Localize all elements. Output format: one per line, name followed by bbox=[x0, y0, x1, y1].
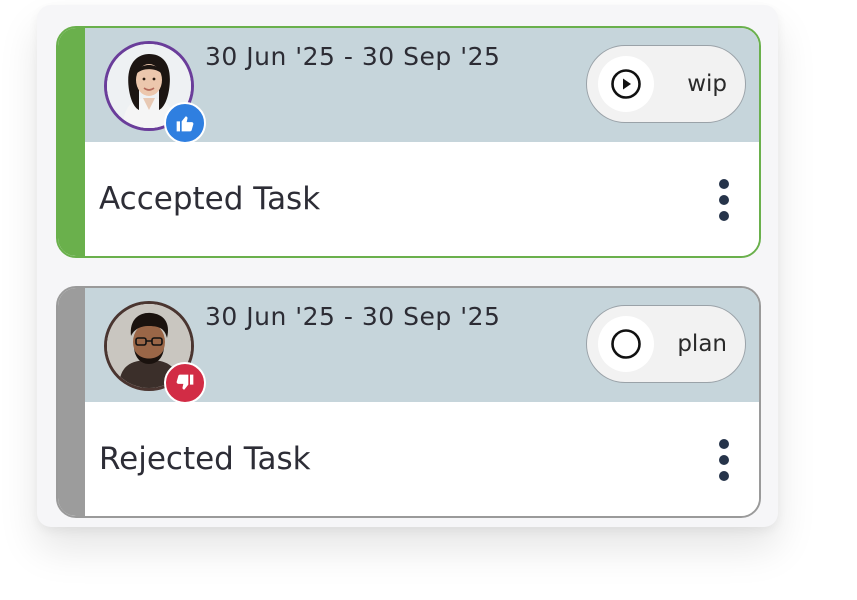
status-stripe bbox=[58, 28, 85, 256]
more-options-icon[interactable] bbox=[716, 179, 732, 221]
task-card-header: 30 Jun '25 - 30 Sep '25 wip bbox=[85, 28, 759, 144]
status-label: plan bbox=[677, 331, 727, 357]
thumbs-down-icon bbox=[176, 374, 194, 390]
status-icon-circle bbox=[598, 316, 654, 372]
date-range: 30 Jun '25 - 30 Sep '25 bbox=[205, 42, 501, 71]
status-button-wip[interactable]: wip bbox=[586, 45, 746, 123]
date-range: 30 Jun '25 - 30 Sep '25 bbox=[205, 302, 501, 331]
task-title[interactable]: Rejected Task bbox=[99, 402, 311, 516]
status-icon-circle bbox=[598, 56, 654, 112]
status-button-plan[interactable]: plan bbox=[586, 305, 746, 383]
task-card-accepted[interactable]: 30 Jun '25 - 30 Sep '25 wip Accepted Tas… bbox=[56, 26, 761, 258]
empty-circle-icon bbox=[611, 329, 641, 359]
task-card-body[interactable]: Accepted Task bbox=[85, 142, 759, 256]
status-label: wip bbox=[687, 71, 727, 97]
task-card-rejected[interactable]: 30 Jun '25 - 30 Sep '25 plan Rejected Ta… bbox=[56, 286, 761, 518]
assignee-avatar-wrap[interactable] bbox=[104, 41, 206, 144]
thumbs-down-badge bbox=[164, 362, 206, 404]
status-stripe bbox=[58, 288, 85, 516]
task-title[interactable]: Accepted Task bbox=[99, 142, 320, 256]
more-options-icon[interactable] bbox=[716, 439, 732, 481]
thumbs-up-badge bbox=[164, 102, 206, 144]
play-circle-icon bbox=[611, 69, 641, 99]
task-card-header: 30 Jun '25 - 30 Sep '25 plan bbox=[85, 288, 759, 404]
task-card-body[interactable]: Rejected Task bbox=[85, 402, 759, 516]
assignee-avatar-wrap[interactable] bbox=[104, 301, 206, 404]
thumbs-up-icon bbox=[176, 116, 194, 132]
